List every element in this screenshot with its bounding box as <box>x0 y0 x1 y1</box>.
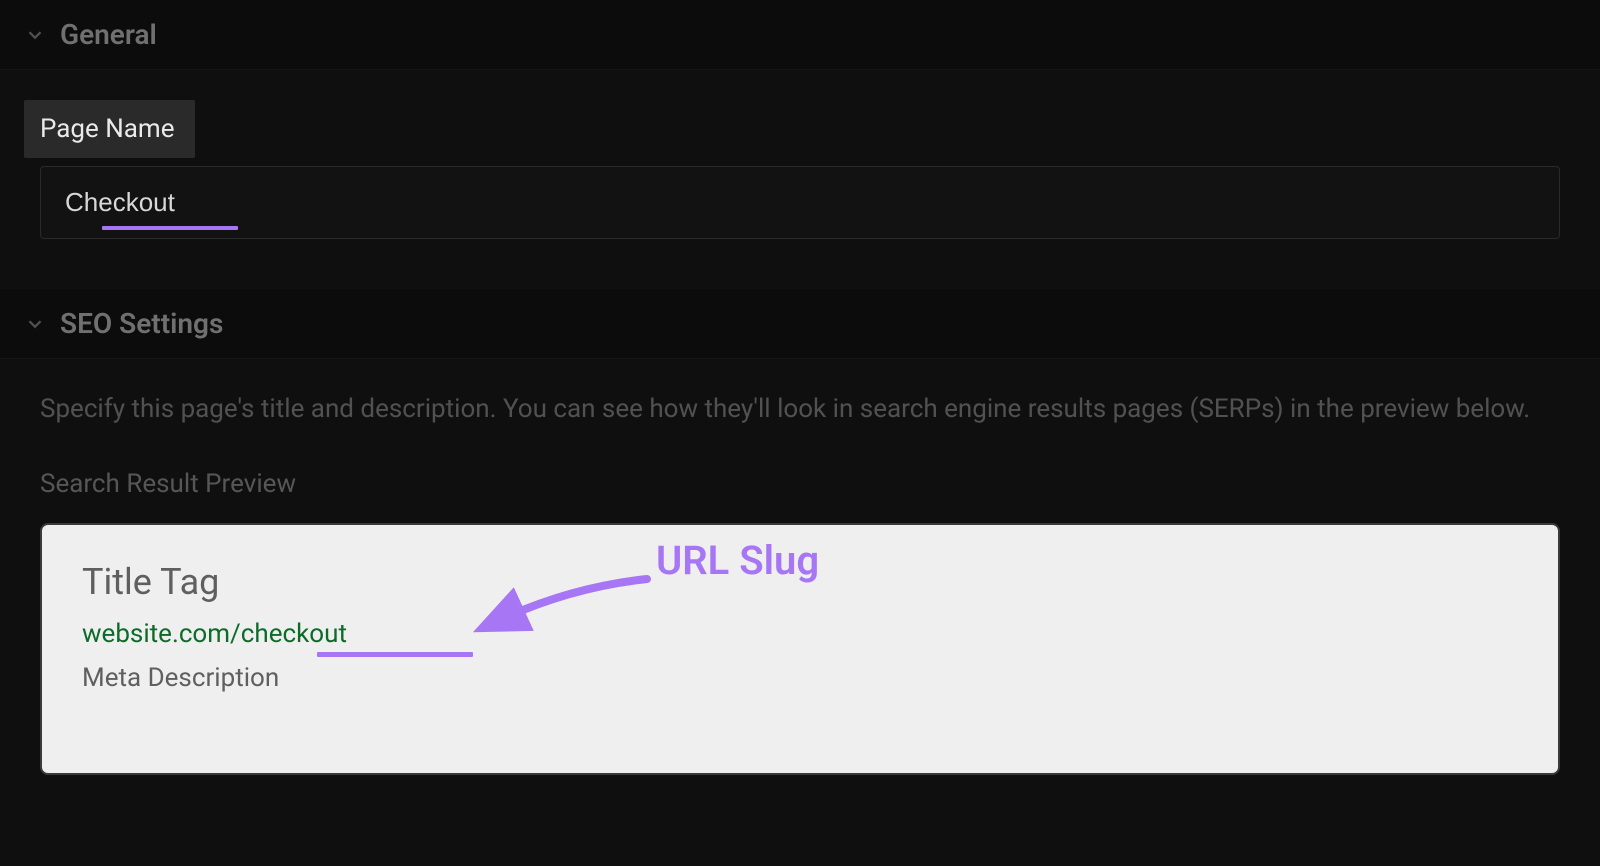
page-name-input[interactable] <box>40 166 1560 239</box>
seo-section-body: Specify this page's title and descriptio… <box>0 359 1600 805</box>
chevron-down-icon <box>24 24 46 46</box>
annotation-underline <box>317 652 473 657</box>
preview-label: Search Result Preview <box>40 469 1560 499</box>
page-name-label: Page Name <box>40 114 175 144</box>
general-section-header[interactable]: General <box>0 0 1600 70</box>
seo-section-header[interactable]: SEO Settings <box>0 289 1600 359</box>
preview-url: website.com/checkout <box>82 619 347 649</box>
general-section-title: General <box>60 18 157 51</box>
chevron-down-icon <box>24 313 46 335</box>
page-name-label-wrap: Page Name <box>24 100 195 158</box>
preview-meta-description: Meta Description <box>82 663 1518 693</box>
seo-section-title: SEO Settings <box>60 307 223 340</box>
preview-title-tag: Title Tag <box>82 561 1518 603</box>
seo-help-text: Specify this page's title and descriptio… <box>40 389 1560 429</box>
general-section-body: Page Name <box>0 70 1600 289</box>
search-result-preview: Title Tag website.com/checkout Meta Desc… <box>40 523 1560 775</box>
annotation-underline <box>102 226 238 230</box>
